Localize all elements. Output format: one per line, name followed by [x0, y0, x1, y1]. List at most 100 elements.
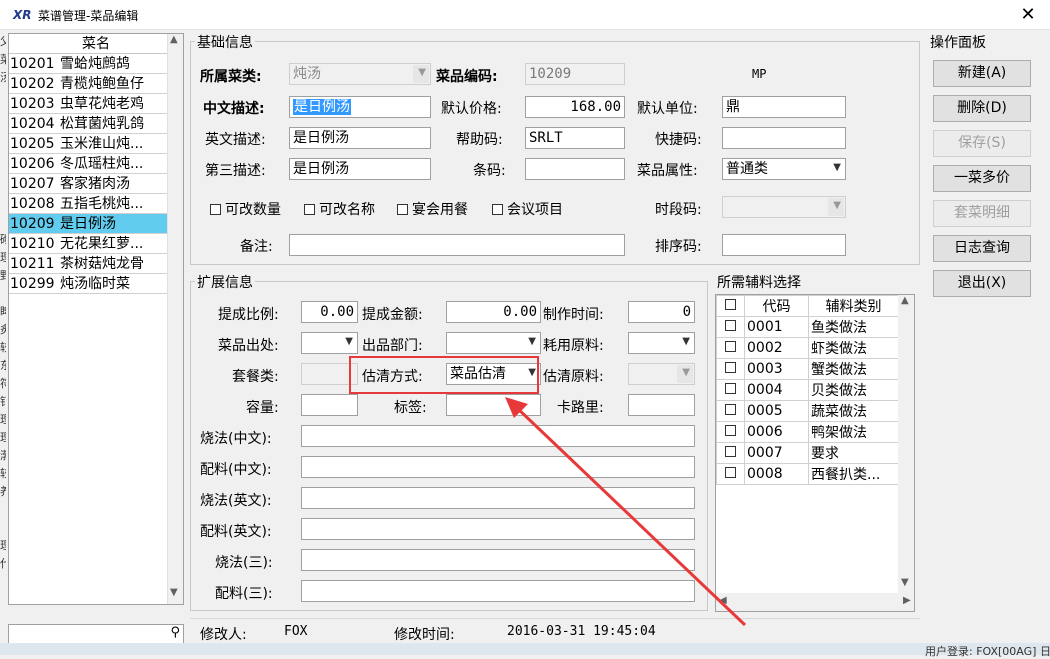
dish-list-item[interactable]: 10209 是日例汤	[9, 214, 183, 234]
material-label: 耗用原料:	[543, 338, 604, 354]
category-select[interactable]: 炖汤 ▼	[289, 63, 431, 85]
sort-field[interactable]	[722, 234, 846, 256]
aux-row[interactable]: 0008 西餐扒类...	[716, 463, 899, 485]
delete-button[interactable]: 删除(D)	[933, 95, 1031, 122]
dept-select[interactable]: ▼	[446, 332, 541, 354]
dish-list-item[interactable]: 10201 雪蛤炖鹧鸪	[9, 54, 183, 74]
aux-row-checkbox[interactable]	[716, 358, 745, 380]
save-button[interactable]: 保存(S)	[933, 130, 1031, 157]
ratio-field[interactable]: 0.00	[301, 301, 358, 323]
window-title: 菜谱管理-菜品编辑	[38, 9, 139, 23]
scroll-down-icon[interactable]: ▼	[170, 587, 178, 598]
new-button[interactable]: 新建(A)	[933, 60, 1031, 87]
aux-select-all[interactable]	[716, 295, 745, 317]
checkbox-banquet[interactable]: 宴会用餐	[397, 199, 468, 219]
aux-row[interactable]: 0004 贝类做法	[716, 379, 899, 401]
dish-list-item[interactable]: 10211 茶树菇炖龙骨	[9, 254, 183, 274]
aux-row-checkbox[interactable]	[716, 400, 745, 422]
dept-label: 出品部门:	[362, 338, 423, 354]
checkbox-editable-qty[interactable]: 可改数量	[210, 199, 281, 219]
period-label: 时段码:	[655, 202, 702, 218]
mix-cn-field[interactable]	[301, 456, 695, 478]
unit-field[interactable]: 鼎	[722, 96, 846, 118]
aux-row[interactable]: 0003 蟹类做法	[716, 358, 899, 380]
calorie-field[interactable]	[628, 394, 695, 416]
scroll-up-icon[interactable]: ▲	[901, 295, 909, 306]
aux-row-checkbox[interactable]	[716, 379, 745, 401]
multi-price-button[interactable]: 一菜多价	[933, 165, 1031, 192]
dish-list-item[interactable]: 10203 虫草花炖老鸡	[9, 94, 183, 114]
aux-hscroll[interactable]: ◀ ▶	[716, 593, 914, 611]
scroll-left-icon[interactable]: ◀	[719, 595, 727, 606]
dish-list[interactable]: 菜名 10201 雪蛤炖鹧鸪 10202 青榄炖鲍鱼仔 10203 虫草花炖老鸡 10204…	[8, 33, 184, 605]
dish-list-item[interactable]: 10208 五指毛桃炖...	[9, 194, 183, 214]
aux-row-code: 0002	[744, 337, 809, 359]
aux-row-checkbox[interactable]	[716, 421, 745, 443]
set-detail-button[interactable]: 套菜明细	[933, 200, 1031, 227]
en-desc-field[interactable]: 是日例汤	[289, 127, 431, 149]
title-bar: XR 菜谱管理-菜品编辑 ✕	[0, 0, 1050, 30]
aux-row-checkbox[interactable]	[716, 316, 745, 338]
tag-field[interactable]	[446, 394, 541, 416]
time-field[interactable]: 0	[628, 301, 695, 323]
dish-list-item[interactable]: 10210 无花果红萝...	[9, 234, 183, 254]
aux-row-checkbox[interactable]	[716, 463, 745, 485]
cook-cn-field[interactable]	[301, 425, 695, 447]
aux-row-checkbox[interactable]	[716, 442, 745, 464]
cook-en-field[interactable]	[301, 487, 695, 509]
dish-list-item[interactable]: 10299 炖汤临时菜	[9, 274, 183, 294]
help-code-field[interactable]: SRLT	[525, 127, 625, 149]
checkbox-editable-name[interactable]: 可改名称	[304, 199, 375, 219]
quick-code-field[interactable]	[722, 127, 846, 149]
aux-row-checkbox[interactable]	[716, 337, 745, 359]
log-query-button[interactable]: 日志查询	[933, 235, 1031, 262]
price-field[interactable]: 168.00	[525, 96, 625, 118]
dish-code-field[interactable]: 10209	[525, 63, 625, 85]
search-icon[interactable]: ⚲	[170, 625, 180, 640]
checkbox-meeting[interactable]: 会议项目	[492, 199, 563, 219]
amount-field[interactable]: 0.00	[446, 301, 541, 323]
scroll-up-icon[interactable]: ▲	[170, 34, 178, 45]
mtime-label: 修改时间:	[394, 627, 455, 643]
aux-table[interactable]: 代码 辅料类别 0001 鱼类做法 0002 虾类做法 0003 蟹类做法 0004 贝类做法…	[715, 294, 915, 612]
aux-row-code: 0004	[744, 379, 809, 401]
origin-label: 菜品出处:	[218, 338, 279, 354]
dish-list-item[interactable]: 10202 青榄炖鲍鱼仔	[9, 74, 183, 94]
close-icon[interactable]: ✕	[1018, 4, 1038, 25]
dish-list-item[interactable]: 10204 松茸菌炖乳鸽	[9, 114, 183, 134]
exit-button[interactable]: 退出(X)	[933, 270, 1031, 297]
aux-row[interactable]: 0006 鸭架做法	[716, 421, 899, 443]
aux-row[interactable]: 0005 蔬菜做法	[716, 400, 899, 422]
aux-row-code: 0005	[744, 400, 809, 422]
attr-select[interactable]: 普通类 ▼	[722, 158, 846, 180]
remark-field[interactable]	[289, 234, 625, 256]
dish-code: 10210	[10, 236, 55, 252]
aux-row[interactable]: 0001 鱼类做法	[716, 316, 899, 338]
aux-row[interactable]: 0002 虾类做法	[716, 337, 899, 359]
dish-list-item[interactable]: 10205 玉米淮山炖...	[9, 134, 183, 154]
period-select[interactable]: ▼	[722, 196, 846, 218]
aux-row-code: 0001	[744, 316, 809, 338]
origin-select[interactable]: ▼	[301, 332, 358, 354]
aux-vscroll[interactable]: ▲ ▼	[898, 295, 914, 593]
aux-row-type: 鱼类做法	[808, 316, 899, 338]
aux-row[interactable]: 0007 要求	[716, 442, 899, 464]
est-material-select[interactable]: ▼	[628, 363, 695, 385]
cn-desc-value: 是日例汤	[293, 99, 351, 115]
dish-name: 冬瓜瑶柱炖...	[60, 156, 144, 172]
dish-list-item[interactable]: 10207 客家猪肉汤	[9, 174, 183, 194]
scroll-right-icon[interactable]: ▶	[903, 595, 911, 606]
third-desc-field[interactable]: 是日例汤	[289, 158, 431, 180]
barcode-field[interactable]	[525, 158, 625, 180]
capacity-field[interactable]	[301, 394, 358, 416]
mix-3-field[interactable]	[301, 580, 695, 602]
scroll-down-icon[interactable]: ▼	[901, 577, 909, 588]
dish-search-input[interactable]: ⚲	[8, 624, 184, 644]
cn-desc-field[interactable]: 是日例汤	[289, 96, 431, 118]
price-label: 默认价格:	[441, 101, 502, 117]
dish-list-item[interactable]: 10206 冬瓜瑶柱炖...	[9, 154, 183, 174]
mix-en-field[interactable]	[301, 518, 695, 540]
material-select[interactable]: ▼	[628, 332, 695, 354]
dish-list-scrollbar[interactable]: ▲ ▼	[167, 34, 183, 604]
cook-3-field[interactable]	[301, 549, 695, 571]
